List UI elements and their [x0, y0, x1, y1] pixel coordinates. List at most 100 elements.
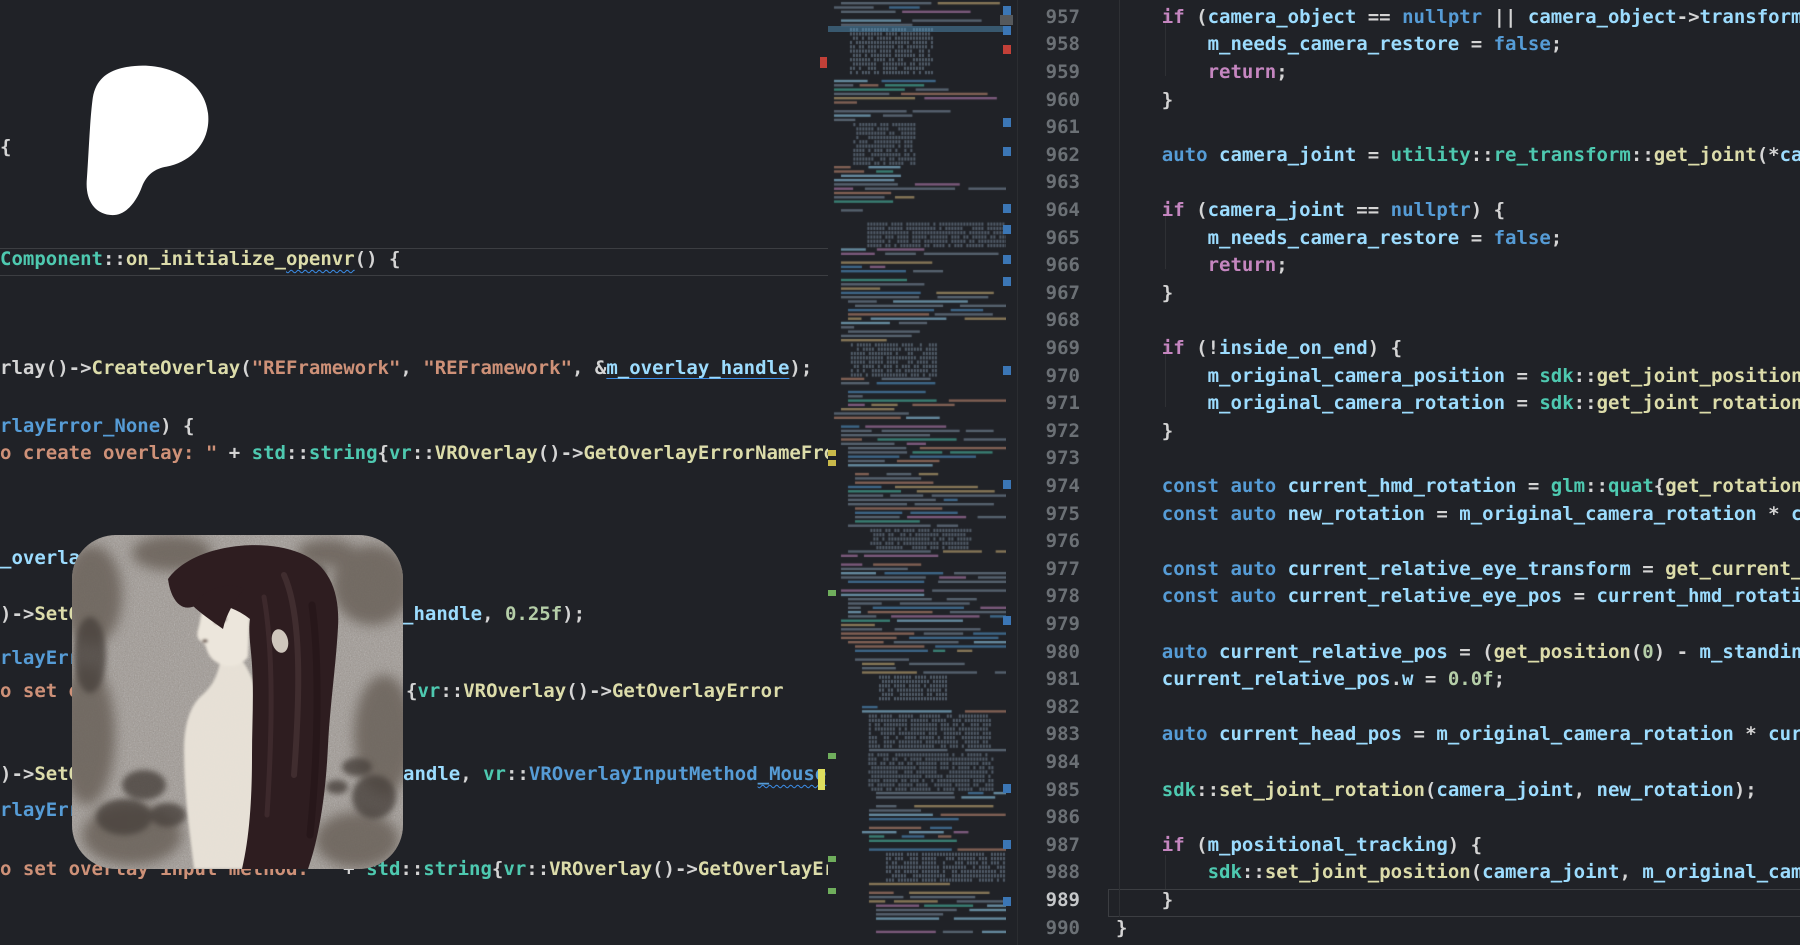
code-line[interactable]: const auto current_hmd_rotation = glm::q…: [1162, 475, 1800, 503]
code-line[interactable]: {: [0, 136, 11, 164]
code-line[interactable]: }: [1162, 89, 1173, 117]
line-number[interactable]: 981: [1020, 668, 1080, 696]
code-token: return: [1208, 61, 1277, 83]
line-number[interactable]: 975: [1020, 503, 1080, 531]
minimap-diff-marker: [828, 450, 836, 456]
line-number[interactable]: 983: [1020, 723, 1080, 751]
code-line[interactable]: m_original_camera_position = sdk::get_jo…: [1208, 365, 1800, 393]
line-number[interactable]: 966: [1020, 254, 1080, 282]
line-number[interactable]: 984: [1020, 751, 1080, 779]
code-token: return: [1208, 254, 1277, 276]
code-line[interactable]: _handle, 0.25f);: [402, 603, 585, 631]
code-line[interactable]: if (!inside_on_end) {: [1162, 337, 1402, 365]
code-line[interactable]: Component::on_initialize_openvr() {: [0, 248, 400, 276]
code-line[interactable]: auto camera_joint = utility::re_transfor…: [1162, 144, 1800, 172]
code-line[interactable]: rlay()->CreateOverlay("REFramework", "RE…: [0, 357, 812, 385]
code-line[interactable]: rlayErr: [0, 799, 80, 827]
code-line[interactable]: o create overlay: " + std::string{vr::VR…: [0, 442, 828, 470]
code-line[interactable]: auto current_head_pos = m_original_camer…: [1162, 723, 1800, 751]
code-token: [1276, 585, 1287, 607]
code-token: string: [309, 442, 378, 464]
code-line[interactable]: rlayErr: [0, 647, 80, 675]
code-line[interactable]: m_needs_camera_restore = false;: [1208, 227, 1563, 255]
line-number[interactable]: 958: [1020, 33, 1080, 61]
line-number[interactable]: 979: [1020, 613, 1080, 641]
line-number[interactable]: 982: [1020, 696, 1080, 724]
code-line[interactable]: const auto current_relative_eye_pos = cu…: [1162, 585, 1800, 613]
line-number[interactable]: 957: [1020, 6, 1080, 34]
code-line[interactable]: if (camera_object == nullptr || camera_o…: [1162, 6, 1800, 34]
line-number[interactable]: 962: [1020, 144, 1080, 172]
code-line[interactable]: rlayError_None) {: [0, 415, 194, 443]
code-token: vr: [503, 858, 526, 880]
code-line[interactable]: return;: [1208, 254, 1288, 282]
code-line[interactable]: current_relative_pos.w = 0.0f;: [1162, 668, 1505, 696]
line-number[interactable]: 963: [1020, 171, 1080, 199]
code-token: ::: [1631, 144, 1654, 166]
line-number[interactable]: 961: [1020, 116, 1080, 144]
code-line[interactable]: auto current_relative_pos = (get_positio…: [1162, 641, 1800, 669]
code-token: quat: [1608, 475, 1654, 497]
code-token: const: [1162, 475, 1219, 497]
code-token: [1208, 723, 1219, 745]
code-token: ;: [1551, 227, 1562, 249]
line-number[interactable]: 965: [1020, 227, 1080, 255]
line-number[interactable]: 976: [1020, 530, 1080, 558]
line-number[interactable]: 973: [1020, 447, 1080, 475]
minimap-diff-marker: [828, 460, 836, 466]
code-token: ==: [1345, 199, 1391, 221]
code-line[interactable]: andle, vr::VROverlayInputMethod_Mouse: [403, 763, 826, 791]
code-token: ) {: [1471, 199, 1505, 221]
code-token: [1219, 503, 1230, 525]
code-line[interactable]: }: [1116, 917, 1127, 945]
code-line[interactable]: if (camera_joint == nullptr) {: [1162, 199, 1505, 227]
code-token: rlayErr: [0, 647, 80, 669]
right-code-editor[interactable]: 9579589599609619629639649659669679689699…: [1020, 0, 1800, 945]
code-line[interactable]: }: [1162, 282, 1173, 310]
code-line[interactable]: o set o: [0, 680, 80, 708]
code-token: if: [1162, 6, 1185, 28]
line-number[interactable]: 978: [1020, 585, 1080, 613]
line-number[interactable]: 988: [1020, 861, 1080, 889]
code-line[interactable]: }: [1162, 420, 1173, 448]
line-number[interactable]: 990: [1020, 917, 1080, 945]
code-token: (: [1185, 199, 1208, 221]
code-line[interactable]: sdk::set_joint_rotation(camera_joint, ne…: [1162, 779, 1757, 807]
line-number[interactable]: 974: [1020, 475, 1080, 503]
code-line[interactable]: if (m_positional_tracking) {: [1162, 834, 1482, 862]
code-line[interactable]: const auto current_relative_eye_transfor…: [1162, 558, 1800, 586]
line-number[interactable]: 959: [1020, 61, 1080, 89]
code-line[interactable]: return;: [1208, 61, 1288, 89]
overview-modified-marker: [1003, 255, 1011, 264]
line-number[interactable]: 969: [1020, 337, 1080, 365]
line-number[interactable]: 960: [1020, 89, 1080, 117]
code-line[interactable]: _overla: [0, 547, 80, 575]
line-number[interactable]: 970: [1020, 365, 1080, 393]
code-line[interactable]: m_original_camera_rotation = sdk::get_jo…: [1208, 392, 1800, 420]
line-number[interactable]: 980: [1020, 641, 1080, 669]
code-line[interactable]: )->SetO: [0, 763, 80, 791]
line-number[interactable]: 968: [1020, 309, 1080, 337]
code-line[interactable]: m_needs_camera_restore = false;: [1208, 33, 1563, 61]
line-number[interactable]: 964: [1020, 199, 1080, 227]
line-number[interactable]: 977: [1020, 558, 1080, 586]
minimap[interactable]: [828, 0, 1006, 945]
overview-modified-marker: [1003, 616, 1011, 625]
line-number[interactable]: 985: [1020, 779, 1080, 807]
code-line[interactable]: )->SetO: [0, 603, 80, 631]
line-number[interactable]: 972: [1020, 420, 1080, 448]
line-number[interactable]: 967: [1020, 282, 1080, 310]
scrollbar-thumb[interactable]: [1000, 15, 1013, 25]
code-token: [1276, 558, 1287, 580]
code-line[interactable]: const auto new_rotation = m_original_cam…: [1162, 503, 1800, 531]
code-line[interactable]: {vr::VROverlay()->GetOverlayError: [406, 680, 784, 708]
line-number[interactable]: 989: [1020, 889, 1080, 917]
line-number[interactable]: 971: [1020, 392, 1080, 420]
code-line[interactable]: sdk::set_joint_position(camera_joint, m_…: [1208, 861, 1800, 889]
line-number[interactable]: 986: [1020, 806, 1080, 834]
line-number[interactable]: 987: [1020, 834, 1080, 862]
code-token: ==: [1356, 6, 1402, 28]
code-token: _overla: [0, 547, 80, 569]
code-token: *: [1757, 503, 1791, 525]
code-line[interactable]: }: [1162, 889, 1173, 917]
